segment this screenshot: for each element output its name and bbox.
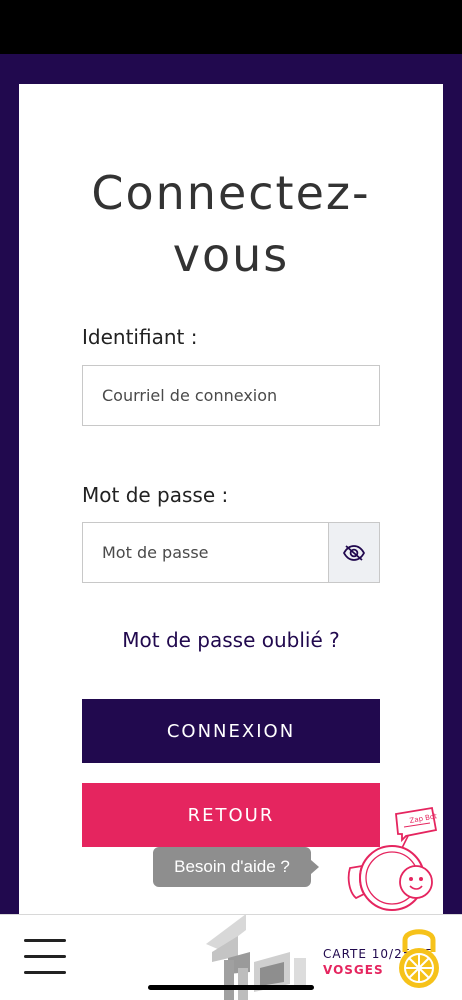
padlock-icon: [399, 929, 439, 988]
help-tooltip[interactable]: Besoin d'aide ?: [153, 847, 319, 887]
login-button[interactable]: CONNEXION: [82, 699, 380, 763]
page-title-line-2: vous: [172, 228, 290, 282]
status-bar: [0, 0, 462, 54]
forgot-password-link[interactable]: Mot de passe oublié ?: [19, 628, 443, 652]
password-label: Mot de passe :: [82, 483, 229, 507]
identifier-label: Identifiant :: [82, 325, 198, 349]
password-field[interactable]: [82, 522, 329, 583]
hamburger-menu-icon[interactable]: [24, 937, 66, 977]
home-indicator[interactable]: [148, 985, 314, 990]
page-title-line-1: Connectez-: [91, 166, 371, 220]
page-title: Connectez- vous: [19, 162, 443, 286]
password-visibility-toggle[interactable]: [328, 522, 380, 583]
eye-slash-icon: [343, 544, 365, 561]
email-field[interactable]: [82, 365, 380, 426]
robot-assistant-icon[interactable]: Zap Bot: [344, 806, 454, 916]
back-button[interactable]: RETOUR: [82, 783, 380, 847]
